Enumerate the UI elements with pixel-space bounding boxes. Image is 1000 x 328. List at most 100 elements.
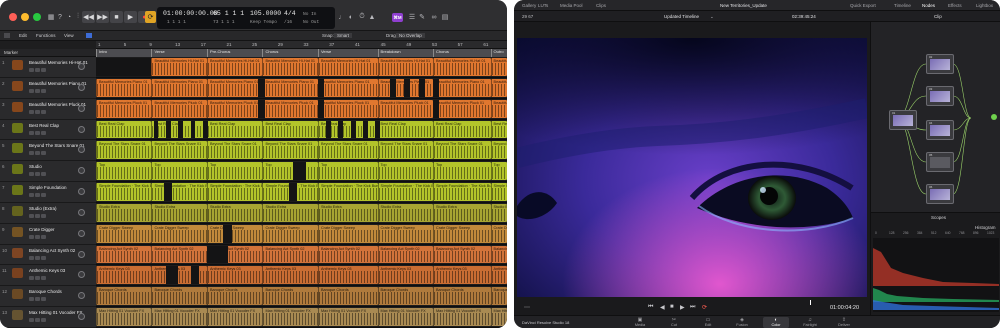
record-enable-button[interactable] [41, 276, 46, 281]
record-enable-button[interactable] [41, 109, 46, 114]
marker-lane[interactable]: Intro Verse Pre-Chorus Chorus Verse Breakdown… [96, 49, 507, 57]
audio-region[interactable]: Top [262, 162, 318, 181]
audio-region[interactable]: Beyond The Stars Snare 01 [377, 141, 434, 160]
track-name[interactable]: Simple Foundation [29, 185, 67, 190]
audio-region[interactable]: Beautiful Memories Piano 01 [490, 78, 507, 97]
record-enable-button[interactable] [41, 88, 46, 93]
audio-region[interactable]: Max Hitting 01 Vocoder FX [490, 308, 507, 326]
track-header[interactable]: 3 Beautiful Memories Pluck 01 [0, 98, 96, 120]
solo-icon[interactable]: ◐ [347, 12, 355, 22]
audio-region[interactable]: Anthemic Keys 03 [96, 266, 152, 285]
audio-region[interactable]: Beyond The Stars Snare 01 [317, 141, 378, 160]
marker-region[interactable]: Intro [96, 49, 152, 57]
audio-region[interactable]: Crate Digger Sweep [96, 224, 152, 243]
audio-region[interactable]: Best Real Clap [377, 120, 434, 139]
mute-button[interactable] [29, 234, 34, 239]
marker-region[interactable]: Pre-Chorus [206, 49, 263, 57]
track-lane[interactable]: Beautiful Memories Hi-Hat 01 Beautiful Me… [96, 57, 507, 78]
track-name[interactable]: Baroque Chords [29, 289, 62, 294]
audio-region[interactable]: Balancing Act Synth 02 [377, 245, 434, 264]
audio-region[interactable]: Best Real Clap [262, 120, 318, 139]
record-enable-button[interactable] [41, 213, 46, 218]
menu-media-pool[interactable]: Media Pool [560, 3, 583, 8]
audio-region[interactable]: Beyond The Stars Snare 01 [262, 141, 318, 160]
lcd-display[interactable]: 01:00:00:00.00 1 1 1 1 65 1 1 1 73 1 1 1… [157, 7, 335, 29]
loops-icon[interactable]: ∞ [430, 12, 438, 22]
audio-region[interactable]: Simple Foundation · The Kick Bumper [206, 183, 263, 201]
audio-region[interactable]: Beautiful Memories Pluck 01 [433, 99, 491, 118]
audio-region[interactable]: Baroque Chords [490, 287, 507, 306]
audio-region[interactable]: Anthemic Keys 03 [490, 266, 507, 285]
audio-region[interactable]: Studio Extra [377, 203, 434, 222]
volume-knob[interactable] [78, 208, 85, 216]
audio-region[interactable]: Beautiful Memories Piano 01 [96, 78, 152, 97]
audio-region[interactable]: Studio Extra [262, 203, 318, 222]
count-in-icon[interactable]: ⏱ [358, 12, 366, 22]
corrector-node[interactable]: 03 [926, 86, 954, 106]
viewer-options-icon[interactable]: ⋯ [524, 304, 530, 311]
audio-region[interactable]: Balancing Act Synth 02 [262, 245, 318, 264]
audio-region[interactable]: Studio Extra [151, 203, 207, 222]
audio-region[interactable]: Anthemic Keys 03 [262, 266, 318, 285]
audio-region[interactable]: Beautiful Memories Piano 01 [317, 78, 378, 97]
audio-region[interactable]: Best Real Clap [433, 120, 491, 139]
audio-region[interactable]: Beautiful Memories Hi-Hat 01 [151, 58, 207, 76]
mute-button[interactable] [29, 130, 34, 135]
page-tab-edit[interactable]: ▭ Edit [695, 317, 721, 328]
audio-region[interactable]: Simple Foundation · The Kick Bumper [151, 183, 207, 201]
audio-region[interactable]: Baroque Chords [262, 287, 318, 306]
mute-button[interactable] [29, 109, 34, 114]
timeline-name[interactable]: Updated Timeline [664, 14, 699, 19]
page-tab-deliver[interactable]: ⇪ Deliver [831, 317, 857, 328]
audio-region[interactable]: Baroque Chords [433, 287, 491, 306]
audio-region[interactable]: Best Real Clap [206, 120, 263, 139]
tuner-icon[interactable]: ♩ [338, 12, 346, 22]
solo-button[interactable] [35, 297, 40, 302]
audio-region[interactable]: Baroque Chords [96, 287, 152, 306]
stop-button[interactable]: ■ [110, 11, 123, 23]
solo-button[interactable] [35, 276, 40, 281]
record-enable-button[interactable] [41, 193, 46, 198]
audio-region[interactable]: Balancing Act Synth 02 [433, 245, 491, 264]
mute-button[interactable] [29, 151, 34, 156]
audio-region[interactable]: Beyond The Stars Snare 01 [151, 141, 207, 160]
audio-region[interactable]: Crate Digger Sweep [377, 224, 434, 243]
audio-region[interactable]: Max Hitting 01 Vocoder FX [262, 308, 318, 326]
menu-nodes[interactable]: Nodes [922, 3, 935, 8]
audio-region[interactable]: Studio Extra [317, 203, 378, 222]
close-window-button[interactable] [9, 13, 17, 21]
stop-button-resolve[interactable]: ■ [670, 304, 674, 310]
smart-controls-icon[interactable]: ◔ [65, 12, 73, 22]
audio-region[interactable]: Simple Foundation · The Kick Bumper [96, 183, 152, 201]
corrector-node[interactable]: 06 [926, 184, 954, 204]
audio-region[interactable]: Beautiful Memories Pluck 01 [96, 99, 152, 118]
mute-button[interactable] [29, 297, 34, 302]
audio-region[interactable]: Anthemic Keys 03 [317, 266, 378, 285]
session-badge[interactable]: ⌘M [392, 13, 403, 22]
audio-region[interactable]: Studio Extra [433, 203, 491, 222]
solo-button[interactable] [35, 255, 40, 260]
corrector-node[interactable]: 05 [926, 152, 954, 172]
bar-ruler[interactable]: 1 5 9 13 17 21 25 29 33 37 41 45 49 53 57 61 [96, 41, 507, 49]
mute-button[interactable] [29, 276, 34, 281]
track-header[interactable]: 8 Studio (Extra) [0, 202, 96, 224]
track-header[interactable]: 2 Beautiful Memories Piano 01 [0, 77, 96, 99]
node-graph[interactable]: 01 02 03 04 05 06 [870, 22, 1000, 212]
audio-region[interactable]: Max Hitting 01 Vocoder FX [433, 308, 491, 326]
audio-region[interactable]: Studio Extra [96, 203, 152, 222]
track-header[interactable]: 11 Anthemic Keys 03 [0, 265, 96, 287]
solo-button[interactable] [35, 88, 40, 93]
record-enable-button[interactable] [41, 318, 46, 323]
volume-knob[interactable] [78, 146, 85, 154]
audio-region[interactable]: Simple Foundation · The Kick Bumper [377, 183, 434, 201]
source-node[interactable]: 01 [889, 110, 917, 130]
track-lane[interactable]: Top Top Top Top Top Top Top Top [96, 161, 507, 183]
node-panel-label[interactable]: Clip [934, 14, 942, 19]
mute-button[interactable] [29, 213, 34, 218]
metronome-icon[interactable]: ▲ [368, 12, 376, 22]
audio-region[interactable]: Baroque Chords [206, 287, 263, 306]
track-name[interactable]: Balancing Act Synth 02 [29, 248, 75, 253]
track-lane[interactable]: Best Real ClapBest Real ClapBest Real Cl… [96, 119, 507, 141]
audio-region[interactable]: Top [151, 162, 207, 181]
playhead-marker[interactable] [810, 300, 811, 305]
